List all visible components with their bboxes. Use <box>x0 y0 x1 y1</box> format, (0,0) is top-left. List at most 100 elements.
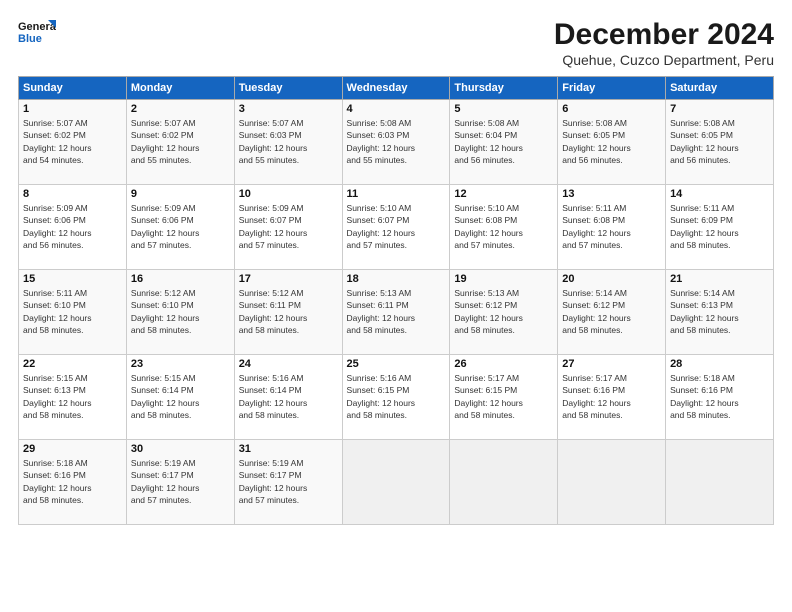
calendar-cell: 28 Sunrise: 5:18 AM Sunset: 6:16 PM Dayli… <box>666 355 774 440</box>
calendar-cell: 14Sunrise: 5:11 AM Sunset: 6:09 PM Dayli… <box>666 185 774 270</box>
calendar-cell: 1 Sunrise: 5:07 AM Sunset: 6:02 PM Daylig… <box>19 100 127 185</box>
day-number: 12 <box>454 188 553 200</box>
calendar-cell: 16 Sunrise: 5:12 AM Sunset: 6:10 PM Dayli… <box>126 270 234 355</box>
day-info: Sunrise: 5:08 AM Sunset: 6:03 PM Dayligh… <box>347 117 446 166</box>
calendar-cell: 31 Sunrise: 5:19 AM Sunset: 6:17 PM Dayli… <box>234 440 342 525</box>
calendar-cell: 22 Sunrise: 5:15 AM Sunset: 6:13 PM Dayli… <box>19 355 127 440</box>
calendar-day-header: Friday <box>558 77 666 100</box>
day-number: 1 <box>23 103 122 115</box>
svg-text:Blue: Blue <box>18 33 42 45</box>
calendar-cell: 19Sunrise: 5:13 AM Sunset: 6:12 PM Dayli… <box>450 270 558 355</box>
day-info: Sunrise: 5:17 AM Sunset: 6:16 PM Dayligh… <box>562 372 661 421</box>
day-info: Sunrise: 5:19 AM Sunset: 6:17 PM Dayligh… <box>131 457 230 506</box>
day-number: 2 <box>131 103 230 115</box>
calendar-day-header: Sunday <box>19 77 127 100</box>
calendar-cell: 2 Sunrise: 5:07 AM Sunset: 6:02 PM Daylig… <box>126 100 234 185</box>
day-info: Sunrise: 5:07 AM Sunset: 6:02 PM Dayligh… <box>131 117 230 166</box>
day-info: Sunrise: 5:17 AM Sunset: 6:15 PM Dayligh… <box>454 372 553 421</box>
day-number: 13 <box>562 188 661 200</box>
logo: General Blue <box>18 18 56 48</box>
calendar-cell: 12 Sunrise: 5:10 AM Sunset: 6:08 PM Dayli… <box>450 185 558 270</box>
day-info: Sunrise: 5:18 AM Sunset: 6:16 PM Dayligh… <box>23 457 122 506</box>
day-number: 23 <box>131 358 230 370</box>
day-number: 19 <box>454 273 553 285</box>
calendar-cell: 4Sunrise: 5:08 AM Sunset: 6:03 PM Daylig… <box>342 100 450 185</box>
day-number: 9 <box>131 188 230 200</box>
calendar-cell: 6 Sunrise: 5:08 AM Sunset: 6:05 PM Daylig… <box>558 100 666 185</box>
day-info: Sunrise: 5:18 AM Sunset: 6:16 PM Dayligh… <box>670 372 769 421</box>
calendar-cell: 30 Sunrise: 5:19 AM Sunset: 6:17 PM Dayli… <box>126 440 234 525</box>
day-number: 30 <box>131 443 230 455</box>
calendar-day-header: Thursday <box>450 77 558 100</box>
calendar-week-row: 8Sunrise: 5:09 AM Sunset: 6:06 PM Daylig… <box>19 185 774 270</box>
day-number: 18 <box>347 273 446 285</box>
calendar-cell: 25 Sunrise: 5:16 AM Sunset: 6:15 PM Dayli… <box>342 355 450 440</box>
calendar-cell: 27Sunrise: 5:17 AM Sunset: 6:16 PM Dayli… <box>558 355 666 440</box>
calendar-cell: 10Sunrise: 5:09 AM Sunset: 6:07 PM Dayli… <box>234 185 342 270</box>
day-info: Sunrise: 5:14 AM Sunset: 6:13 PM Dayligh… <box>670 287 769 336</box>
calendar-week-row: 1 Sunrise: 5:07 AM Sunset: 6:02 PM Daylig… <box>19 100 774 185</box>
day-info: Sunrise: 5:14 AM Sunset: 6:12 PM Dayligh… <box>562 287 661 336</box>
day-number: 11 <box>347 188 446 200</box>
calendar-week-row: 22 Sunrise: 5:15 AM Sunset: 6:13 PM Dayli… <box>19 355 774 440</box>
calendar-cell: 24 Sunrise: 5:16 AM Sunset: 6:14 PM Dayli… <box>234 355 342 440</box>
day-info: Sunrise: 5:12 AM Sunset: 6:11 PM Dayligh… <box>239 287 338 336</box>
calendar-cell: 21 Sunrise: 5:14 AM Sunset: 6:13 PM Dayli… <box>666 270 774 355</box>
calendar-week-row: 15Sunrise: 5:11 AM Sunset: 6:10 PM Dayli… <box>19 270 774 355</box>
page-title: December 2024 <box>554 18 774 52</box>
day-info: Sunrise: 5:07 AM Sunset: 6:02 PM Dayligh… <box>23 117 122 166</box>
title-block: December 2024 Quehue, Cuzco Department, … <box>554 18 774 68</box>
calendar-cell: 9Sunrise: 5:09 AM Sunset: 6:06 PM Daylig… <box>126 185 234 270</box>
day-info: Sunrise: 5:19 AM Sunset: 6:17 PM Dayligh… <box>239 457 338 506</box>
calendar-cell: 5 Sunrise: 5:08 AM Sunset: 6:04 PM Daylig… <box>450 100 558 185</box>
day-number: 15 <box>23 273 122 285</box>
calendar-cell <box>558 440 666 525</box>
day-number: 8 <box>23 188 122 200</box>
day-number: 24 <box>239 358 338 370</box>
svg-text:General: General <box>18 21 56 33</box>
calendar-cell: 26 Sunrise: 5:17 AM Sunset: 6:15 PM Dayli… <box>450 355 558 440</box>
day-info: Sunrise: 5:10 AM Sunset: 6:07 PM Dayligh… <box>347 202 446 251</box>
day-number: 21 <box>670 273 769 285</box>
day-number: 14 <box>670 188 769 200</box>
day-number: 26 <box>454 358 553 370</box>
calendar-day-header: Monday <box>126 77 234 100</box>
day-info: Sunrise: 5:16 AM Sunset: 6:14 PM Dayligh… <box>239 372 338 421</box>
calendar-cell: 7 Sunrise: 5:08 AM Sunset: 6:05 PM Daylig… <box>666 100 774 185</box>
day-number: 6 <box>562 103 661 115</box>
day-info: Sunrise: 5:16 AM Sunset: 6:15 PM Dayligh… <box>347 372 446 421</box>
day-number: 22 <box>23 358 122 370</box>
day-info: Sunrise: 5:15 AM Sunset: 6:13 PM Dayligh… <box>23 372 122 421</box>
day-info: Sunrise: 5:08 AM Sunset: 6:05 PM Dayligh… <box>670 117 769 166</box>
calendar-week-row: 29 Sunrise: 5:18 AM Sunset: 6:16 PM Dayli… <box>19 440 774 525</box>
day-number: 3 <box>239 103 338 115</box>
calendar-cell <box>450 440 558 525</box>
calendar-cell: 13Sunrise: 5:11 AM Sunset: 6:08 PM Dayli… <box>558 185 666 270</box>
day-number: 7 <box>670 103 769 115</box>
day-number: 28 <box>670 358 769 370</box>
calendar-cell: 3Sunrise: 5:07 AM Sunset: 6:03 PM Daylig… <box>234 100 342 185</box>
calendar-cell: 20 Sunrise: 5:14 AM Sunset: 6:12 PM Dayli… <box>558 270 666 355</box>
day-number: 5 <box>454 103 553 115</box>
day-number: 31 <box>239 443 338 455</box>
day-number: 29 <box>23 443 122 455</box>
day-info: Sunrise: 5:08 AM Sunset: 6:04 PM Dayligh… <box>454 117 553 166</box>
calendar-cell: 8Sunrise: 5:09 AM Sunset: 6:06 PM Daylig… <box>19 185 127 270</box>
calendar-cell <box>342 440 450 525</box>
day-number: 20 <box>562 273 661 285</box>
day-info: Sunrise: 5:10 AM Sunset: 6:08 PM Dayligh… <box>454 202 553 251</box>
page-header: General Blue December 2024 Quehue, Cuzco… <box>18 18 774 68</box>
calendar-cell: 17 Sunrise: 5:12 AM Sunset: 6:11 PM Dayli… <box>234 270 342 355</box>
day-number: 25 <box>347 358 446 370</box>
calendar-cell <box>666 440 774 525</box>
day-info: Sunrise: 5:12 AM Sunset: 6:10 PM Dayligh… <box>131 287 230 336</box>
calendar-cell: 18Sunrise: 5:13 AM Sunset: 6:11 PM Dayli… <box>342 270 450 355</box>
day-info: Sunrise: 5:08 AM Sunset: 6:05 PM Dayligh… <box>562 117 661 166</box>
day-number: 10 <box>239 188 338 200</box>
calendar-cell: 29 Sunrise: 5:18 AM Sunset: 6:16 PM Dayli… <box>19 440 127 525</box>
day-number: 17 <box>239 273 338 285</box>
calendar-table: SundayMondayTuesdayWednesdayThursdayFrid… <box>18 76 774 525</box>
calendar-day-header: Wednesday <box>342 77 450 100</box>
page-subtitle: Quehue, Cuzco Department, Peru <box>554 52 774 68</box>
day-number: 16 <box>131 273 230 285</box>
